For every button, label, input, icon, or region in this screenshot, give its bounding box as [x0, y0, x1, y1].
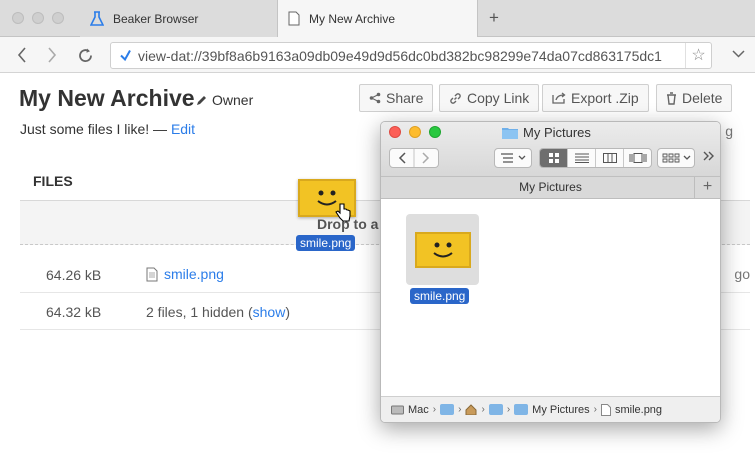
my-pictures-folder-icon[interactable] — [514, 404, 529, 415]
path-separator-icon: › — [432, 404, 437, 415]
path-segment-my-pictures[interactable]: My Pictures — [532, 404, 589, 416]
finder-view-switcher[interactable] — [539, 148, 652, 168]
export-zip-button[interactable]: Export .Zip — [542, 84, 649, 112]
file-date-partial: go — [734, 266, 750, 282]
drag-ghost-label: smile.png — [296, 235, 356, 251]
tab-label: Beaker Browser — [113, 11, 199, 26]
new-tab-button[interactable]: + — [489, 8, 499, 28]
smile-file-thumbnail[interactable] — [415, 232, 471, 268]
url-text: view-dat://39bf8a6b9163a09db09e49d9d56dc… — [138, 47, 662, 64]
chevron-left-icon — [17, 47, 26, 63]
delete-label: Delete — [682, 90, 723, 106]
file-icon — [146, 267, 158, 281]
finder-group-button[interactable] — [657, 148, 695, 168]
finder-title: My Pictures — [502, 125, 591, 140]
bookmark-star-icon[interactable]: ☆ — [685, 43, 711, 68]
beaker-icon — [90, 10, 104, 27]
hard-drive-icon — [391, 405, 404, 415]
path-segment-file[interactable]: smile.png — [615, 404, 662, 416]
archive-description: Just some files I like! — Edit — [20, 121, 195, 137]
dat-link-icon — [119, 49, 132, 62]
delete-button[interactable]: Delete — [656, 84, 733, 112]
tab-label: My New Archive — [309, 11, 396, 26]
share-icon — [369, 92, 381, 104]
file-summary: 2 files, 1 hidden (show) — [146, 304, 290, 320]
tab-bar: Beaker Browser My New Archive + — [0, 0, 755, 37]
finder-title-text: My Pictures — [523, 125, 591, 140]
total-size: 64.32 kB — [46, 304, 102, 320]
finder-close-button[interactable] — [389, 126, 401, 138]
finder-window[interactable]: My Pictures My Pictures + smile.png Mac … — [380, 121, 721, 423]
owner-badge: Owner — [196, 92, 253, 108]
image-file-icon — [600, 403, 611, 416]
share-button[interactable]: Share — [359, 84, 434, 112]
file-name-cell: smile.png — [146, 266, 224, 282]
window-close-button[interactable] — [12, 12, 24, 24]
copy-link-label: Copy Link — [467, 90, 530, 106]
finder-back-forward[interactable] — [389, 148, 439, 168]
copy-link-button[interactable]: Copy Link — [439, 84, 540, 112]
hand-cursor-icon — [334, 202, 352, 227]
browser-menu-chevron-icon[interactable] — [732, 46, 745, 61]
description-text: Just some files I like! — — [20, 121, 171, 137]
reload-button[interactable] — [74, 44, 96, 66]
list-view-icon[interactable] — [568, 149, 596, 167]
page-icon — [288, 11, 300, 26]
window-zoom-button[interactable] — [52, 12, 64, 24]
home-icon[interactable] — [465, 404, 477, 415]
pencil-icon — [197, 96, 206, 105]
path-separator-icon: › — [481, 404, 485, 415]
smiley-icon — [433, 242, 453, 258]
finder-toolbar: My Pictures — [381, 122, 720, 177]
reload-icon — [78, 48, 92, 62]
page-title: My New Archive — [19, 85, 195, 111]
finder-path-bar: Mac › › › › My Pictures › smile.png — [381, 396, 720, 422]
finder-minimize-button[interactable] — [409, 126, 421, 138]
back-button[interactable] — [11, 44, 33, 66]
export-icon — [552, 92, 566, 104]
nav-bar: view-dat://39bf8a6b9163a09db09e49d9d56dc… — [0, 37, 755, 73]
file-link[interactable]: smile.png — [164, 266, 224, 282]
finder-new-tab-button[interactable]: + — [694, 177, 720, 199]
file-size: 64.26 kB — [46, 267, 102, 283]
path-separator-icon: › — [593, 404, 597, 415]
url-bar[interactable]: view-dat://39bf8a6b9163a09db09e49d9d56dc… — [110, 42, 712, 69]
tab-beaker-browser[interactable]: Beaker Browser — [80, 0, 278, 37]
toolbar-overflow-icon[interactable] — [702, 149, 716, 168]
finder-zoom-button[interactable] — [429, 126, 441, 138]
list-sort-icon — [501, 153, 526, 163]
chevron-right-icon — [48, 47, 57, 63]
tab-my-new-archive[interactable]: My New Archive — [278, 0, 478, 37]
folder-icon — [502, 128, 518, 139]
column-view-icon[interactable] — [596, 149, 624, 167]
link-icon — [450, 92, 461, 104]
icon-view-icon[interactable] — [540, 149, 568, 167]
finder-tab[interactable]: My Pictures — [381, 177, 720, 199]
edit-link[interactable]: Edit — [171, 121, 195, 137]
forward-button[interactable] — [41, 44, 63, 66]
owner-label: Owner — [212, 92, 254, 108]
smile-file-label[interactable]: smile.png — [410, 288, 470, 304]
summary-text: 2 files, 1 hidden ( — [146, 304, 253, 320]
pictures-folder-icon[interactable] — [488, 404, 503, 415]
path-separator-icon: › — [458, 404, 462, 415]
path-separator-icon: › — [506, 404, 511, 415]
files-header: FILES — [33, 173, 73, 189]
group-grid-icon — [662, 153, 691, 163]
window-minimize-button[interactable] — [32, 12, 44, 24]
trash-icon — [667, 91, 676, 105]
finder-sort-button[interactable] — [494, 148, 532, 168]
share-label: Share — [386, 90, 424, 106]
users-folder-icon[interactable] — [440, 404, 455, 415]
show-hidden-link[interactable]: show — [253, 304, 286, 320]
partial-right-text: g — [725, 123, 733, 139]
path-segment-mac[interactable]: Mac — [408, 404, 429, 416]
gallery-view-icon[interactable] — [624, 149, 651, 167]
summary-end: ) — [285, 304, 290, 320]
export-zip-label: Export .Zip — [571, 90, 639, 106]
